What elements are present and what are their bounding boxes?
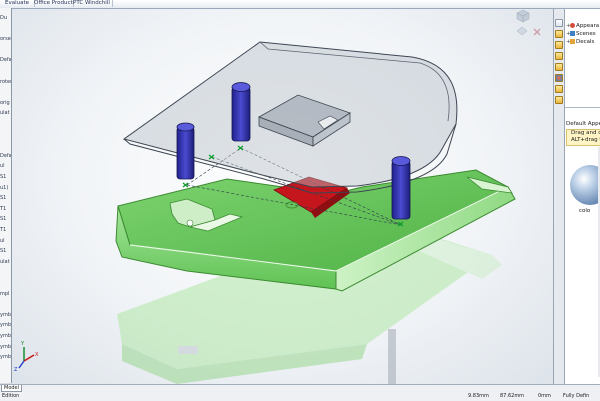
feature-tree-item[interactable] — [0, 25, 11, 33]
feature-tree-item[interactable]: ymb — [0, 353, 11, 361]
tab-ptc-windchill[interactable]: PTC Windchill — [71, 0, 113, 7]
feature-tree-item[interactable]: ymb — [0, 321, 11, 329]
search-icon[interactable] — [555, 63, 563, 71]
task-pane-tabs — [553, 9, 564, 384]
tree-item-scenes[interactable]: + Scenes — [566, 30, 600, 38]
feature-tree-item[interactable]: u1) — [0, 184, 11, 192]
feature-tree-item[interactable]: ymb — [0, 311, 11, 319]
feature-tree-item[interactable] — [0, 120, 11, 128]
feature-tree-item[interactable] — [0, 131, 11, 139]
explorer-icon[interactable] — [555, 52, 563, 60]
feature-tree-item[interactable] — [0, 67, 11, 75]
feature-tree-item[interactable] — [0, 279, 11, 287]
drag-hint-tooltip: Drag and d ALT+drag to in — [566, 129, 600, 146]
status-sketch-state: Fully Defin — [563, 393, 590, 399]
feature-tree-item[interactable]: mpl — [0, 290, 11, 298]
status-mode: Edition — [2, 393, 20, 399]
feature-tree-item[interactable]: rotec — [0, 78, 11, 86]
tree-item-appearances[interactable]: + Appeara — [566, 22, 600, 30]
feature-tree-item[interactable]: ul — [0, 237, 11, 245]
swatch-label: colo — [579, 208, 591, 214]
tab-evaluate[interactable]: Evaluate — [3, 0, 35, 7]
feature-tree-item[interactable] — [0, 141, 11, 149]
feature-tree-item[interactable]: orig — [0, 99, 11, 107]
feature-tree-item[interactable]: Du — [0, 14, 11, 22]
feature-tree-item[interactable] — [0, 46, 11, 54]
model-canvas[interactable]: Y X Z — [12, 9, 553, 384]
status-z-coordinate: 0mm — [538, 393, 551, 399]
feature-tree-item[interactable]: ulat — [0, 258, 11, 266]
feature-tree-item[interactable] — [0, 268, 11, 276]
feature-tree-item[interactable]: ymb — [0, 332, 11, 340]
appearances-icon — [570, 23, 575, 28]
feature-tree-item[interactable]: ulat — [0, 109, 11, 117]
feature-tree-item[interactable] — [0, 88, 11, 96]
feature-tree-item[interactable]: orse — [0, 35, 11, 43]
feature-tree-item[interactable] — [0, 300, 11, 308]
feature-tree-item[interactable]: S1 — [0, 194, 11, 202]
appearances-icon[interactable] — [555, 74, 563, 82]
reference-triad: Y X Z — [14, 341, 39, 373]
status-y-coordinate: 87.62mm — [500, 393, 525, 399]
custom-properties-icon[interactable] — [555, 96, 563, 104]
feature-tree-item[interactable]: ymb — [0, 343, 11, 351]
appearance-swatch[interactable] — [570, 165, 600, 205]
command-manager-tabs: Evaluate Office Products PTC Windchill — [0, 0, 600, 9]
feature-tree-item[interactable]: S1 — [0, 173, 11, 181]
feature-tree-item[interactable]: T1 — [0, 226, 11, 234]
feature-tree-item[interactable]: T1 — [0, 205, 11, 213]
library-icon[interactable] — [555, 41, 563, 49]
decals-icon — [570, 39, 575, 44]
pin-right[interactable] — [391, 156, 411, 220]
pin-left[interactable] — [176, 122, 195, 180]
feature-tree-item[interactable]: ul — [0, 162, 11, 170]
home-icon[interactable] — [555, 19, 563, 27]
status-bar: Model Edition 9.83mm 87.62mm 0mm Fully D… — [0, 384, 600, 401]
pin-middle[interactable] — [231, 82, 251, 142]
hint-line-2: ALT+drag to in — [571, 137, 600, 143]
appearances-panel: +Appeara +Scenes +Decals Default Appea D… — [564, 9, 600, 384]
triad-z-label: Z — [14, 367, 18, 373]
feature-manager-panel: Du orse Defa rotec orig ulat Defa ul S1 u1) S1 T1 S1… — [0, 8, 12, 383]
tree-item-decals[interactable]: + Decals — [566, 38, 600, 46]
panel-divider[interactable] — [565, 107, 600, 108]
view-controls[interactable] — [516, 9, 541, 36]
feature-tree-item[interactable]: S1 — [0, 247, 11, 255]
feature-tree-item[interactable]: Defa — [0, 56, 11, 64]
document-tab[interactable]: Model — [1, 385, 23, 392]
status-x-coordinate: 9.83mm — [468, 393, 489, 399]
gallery-title: Default Appea — [566, 121, 600, 127]
feature-tree-item[interactable]: Defa — [0, 152, 11, 160]
scenes-icon — [570, 31, 575, 36]
triad-y-label: Y — [20, 341, 25, 347]
properties-icon[interactable] — [555, 85, 563, 93]
tab-office-products[interactable]: Office Products — [32, 0, 74, 7]
parts-icon[interactable] — [555, 30, 563, 38]
hint-line-1: Drag and d — [571, 130, 600, 136]
graphics-viewport[interactable]: Y X Z — [12, 9, 553, 384]
triad-x-label: X — [35, 352, 39, 358]
feature-tree-item[interactable]: S1 — [0, 215, 11, 223]
